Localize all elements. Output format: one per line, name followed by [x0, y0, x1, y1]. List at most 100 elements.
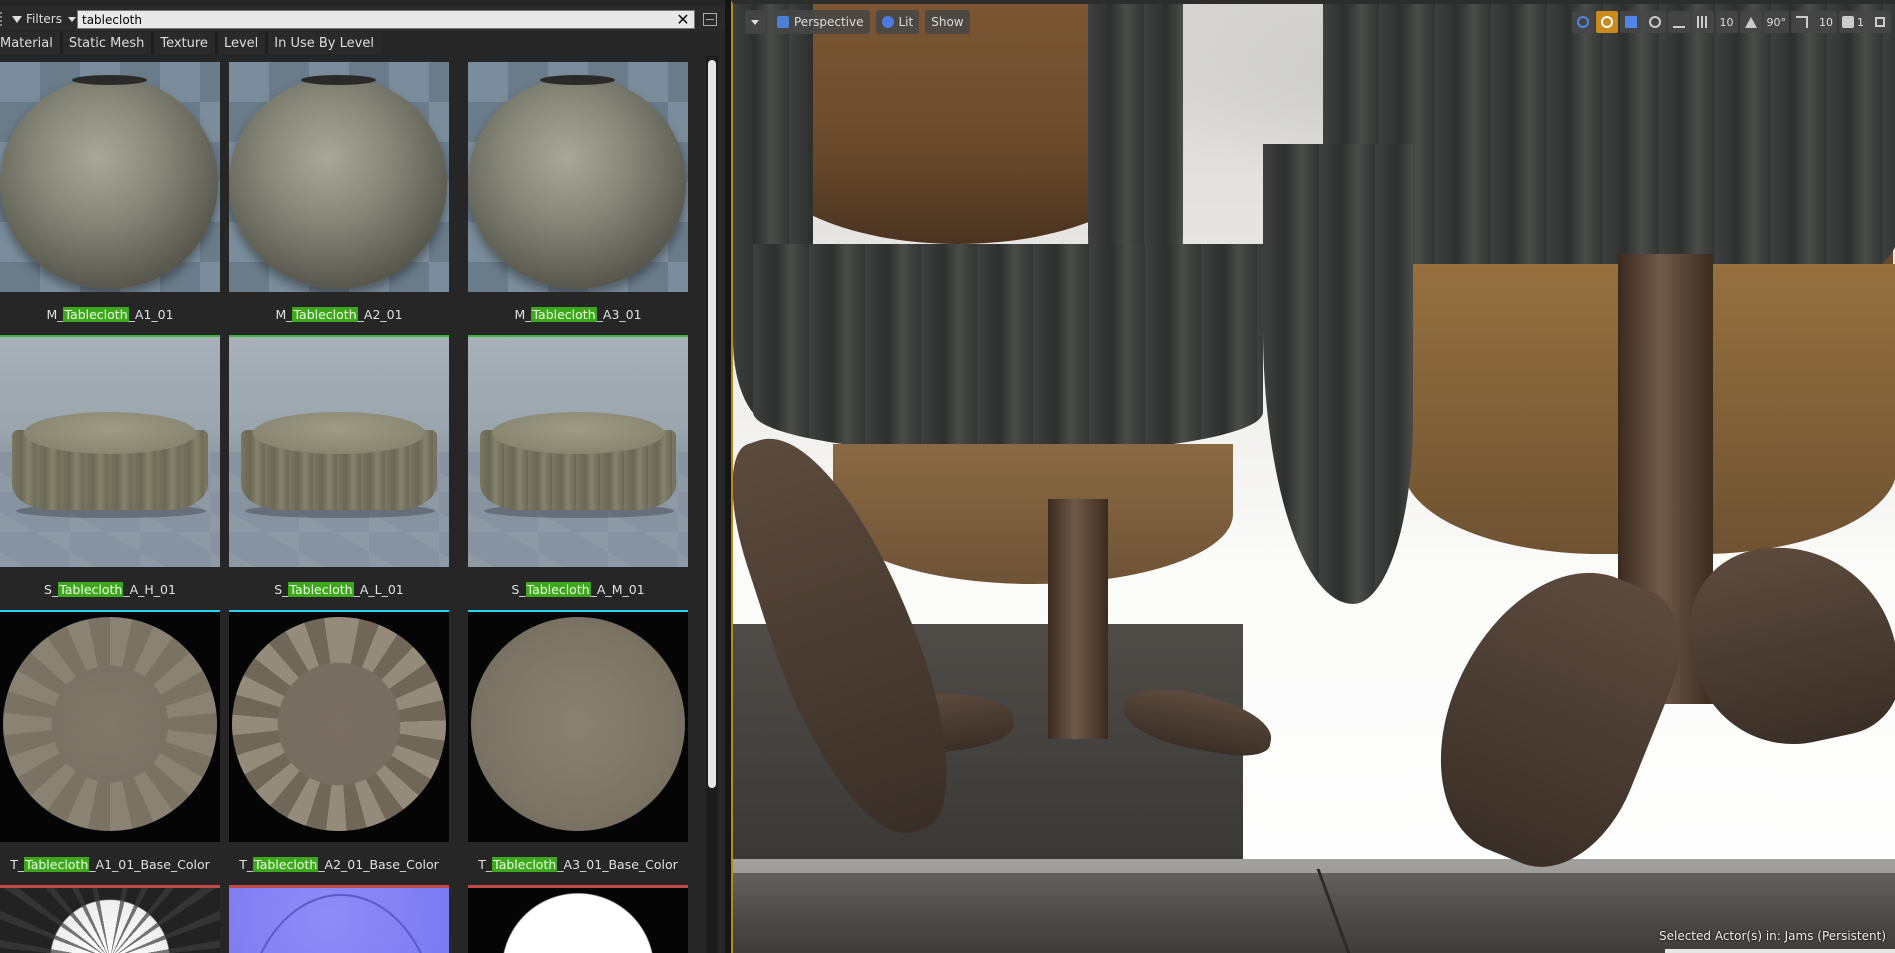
asset-tile[interactable]: T_Tablecloth_A2_01_Base_Color — [229, 612, 449, 890]
content-browser-panel: Filters ✕ Material Static Mesh Texture L… — [0, 0, 725, 953]
perspective-icon — [777, 16, 789, 28]
maximize-button[interactable] — [1869, 11, 1891, 33]
world-local-button[interactable] — [1643, 11, 1666, 33]
table-leg — [1048, 499, 1108, 739]
filters-label: Filters — [26, 12, 62, 26]
tablecloth-mesh-preview — [241, 412, 437, 518]
asset-name: T_Tablecloth_A1_01_Base_Color — [10, 857, 210, 872]
search-match-highlight: Tablecloth — [531, 307, 597, 322]
search-toolbar: Filters ✕ — [0, 7, 725, 31]
search-match-highlight: Tablecloth — [63, 307, 129, 322]
tablecloth-drape — [753, 244, 1263, 454]
asset-name: S_Tablecloth_A_M_01 — [511, 582, 645, 597]
asset-grid-scrollbar[interactable] — [706, 56, 718, 953]
asset-tile[interactable]: S_Tablecloth_A_H_01 — [0, 337, 220, 615]
maximize-icon — [1875, 17, 1885, 27]
scale-button[interactable] — [1619, 11, 1642, 33]
viewport-options-button[interactable] — [745, 10, 765, 34]
asset-name: M_Tablecloth_A3_01 — [514, 307, 642, 322]
perspective-button[interactable]: Perspective — [771, 10, 870, 34]
asset-thumbnail — [468, 612, 688, 842]
filter-chip-level[interactable]: Level — [214, 32, 266, 54]
filter-chip-in-use-by-level[interactable]: In Use By Level — [265, 32, 381, 54]
lit-label: Lit — [898, 15, 914, 29]
search-match-highlight: Tablecloth — [492, 857, 558, 872]
asset-tile[interactable] — [229, 888, 449, 953]
scale-snap-icon — [1796, 16, 1808, 28]
tablecloth-mesh-preview — [12, 412, 208, 518]
level-viewport[interactable]: Perspective Lit Show 10 90° 10 1 Selecte… — [731, 0, 1895, 953]
asset-tile[interactable]: S_Tablecloth_A_M_01 — [468, 337, 688, 615]
asset-thumbnail — [468, 337, 688, 567]
scrollbar-thumb[interactable] — [708, 60, 716, 788]
filters-button[interactable]: Filters — [8, 9, 80, 29]
asset-tile[interactable]: T_Tablecloth_A1_01_Base_Color — [0, 612, 220, 890]
search-match-highlight: Tablecloth — [58, 582, 124, 597]
surface-snap-button[interactable] — [1667, 11, 1690, 33]
rotation-snap-button[interactable] — [1739, 11, 1762, 33]
view-mode-button[interactable]: Lit — [875, 10, 920, 34]
drag-grip-icon[interactable] — [0, 12, 6, 26]
asset-tile[interactable]: M_Tablecloth_A2_01 — [229, 62, 449, 340]
asset-tile[interactable]: S_Tablecloth_A_L_01 — [229, 337, 449, 615]
asset-name: T_Tablecloth_A3_01_Base_Color — [478, 857, 678, 872]
asset-thumbnail — [0, 612, 220, 842]
table-left[interactable] — [733, 4, 1293, 884]
asset-tile[interactable]: M_Tablecloth_A1_01 — [0, 62, 220, 340]
asset-thumbnail — [229, 612, 449, 842]
filter-chip-bar: Material Static Mesh Texture Level In Us… — [0, 32, 381, 54]
asset-thumbnail — [229, 337, 449, 567]
viewport-status-bar — [1665, 949, 1895, 953]
chevron-down-icon — [67, 16, 76, 22]
asset-tile[interactable] — [468, 888, 688, 953]
rotation-snap-icon — [1744, 16, 1757, 28]
surface-snap-icon — [1672, 16, 1685, 28]
asset-thumbnail — [0, 62, 220, 292]
save-search-icon[interactable] — [703, 13, 717, 26]
filter-chip-texture[interactable]: Texture — [151, 32, 215, 54]
grid-snap-value[interactable]: 10 — [1715, 11, 1738, 33]
rotate-icon — [1600, 16, 1613, 28]
filter-chip-static-mesh[interactable]: Static Mesh — [59, 32, 152, 54]
material-sphere-preview — [0, 75, 218, 289]
grid-snap-icon — [1696, 16, 1709, 28]
tablecloth-underlayer — [833, 444, 1233, 584]
asset-tile[interactable] — [0, 888, 220, 953]
asset-thumbnail — [468, 888, 688, 953]
asset-thumbnail — [0, 888, 220, 953]
asset-name: M_Tablecloth_A1_01 — [46, 307, 174, 322]
show-button[interactable]: Show — [925, 10, 970, 34]
lit-sphere-icon — [881, 16, 894, 28]
selected-actors-status: Selected Actor(s) in: Jams (Persistent) — [1658, 929, 1886, 943]
search-input[interactable] — [77, 10, 695, 29]
camera-speed-icon — [1842, 16, 1854, 28]
show-label: Show — [931, 15, 964, 29]
asset-thumbnail — [229, 888, 449, 953]
asset-grid: M_Tablecloth_A1_01 M_Tablecloth_A2_01 M_… — [0, 62, 700, 953]
asset-tile[interactable]: M_Tablecloth_A3_01 — [468, 62, 688, 340]
translate-icon — [1576, 16, 1589, 28]
texture-preview — [3, 617, 217, 831]
grid-snap-button[interactable] — [1691, 11, 1714, 33]
translate-button[interactable] — [1571, 11, 1594, 33]
scale-icon — [1624, 16, 1637, 28]
viewport-toolbar: Perspective Lit Show — [745, 10, 970, 34]
table-right[interactable] — [1263, 4, 1895, 891]
world-local-icon — [1648, 16, 1661, 28]
asset-thumbnail — [229, 62, 449, 292]
camera-speed-button[interactable]: 1 — [1839, 11, 1867, 33]
scale-snap-value[interactable]: 10 — [1815, 11, 1837, 33]
rotation-snap-value[interactable]: 90° — [1763, 11, 1789, 33]
rotate-button[interactable] — [1595, 11, 1618, 33]
clear-search-button[interactable]: ✕ — [674, 10, 692, 29]
scale-snap-button[interactable] — [1791, 11, 1813, 33]
asset-thumbnail — [0, 337, 220, 567]
asset-name: M_Tablecloth_A2_01 — [275, 307, 403, 322]
filter-chip-material[interactable]: Material — [0, 32, 60, 54]
search-match-highlight: Tablecloth — [288, 582, 354, 597]
texture-preview — [232, 617, 446, 831]
table-foot — [1119, 681, 1277, 762]
search-match-highlight: Tablecloth — [253, 857, 319, 872]
asset-tile[interactable]: T_Tablecloth_A3_01_Base_Color — [468, 612, 688, 890]
asset-thumbnail — [468, 62, 688, 292]
